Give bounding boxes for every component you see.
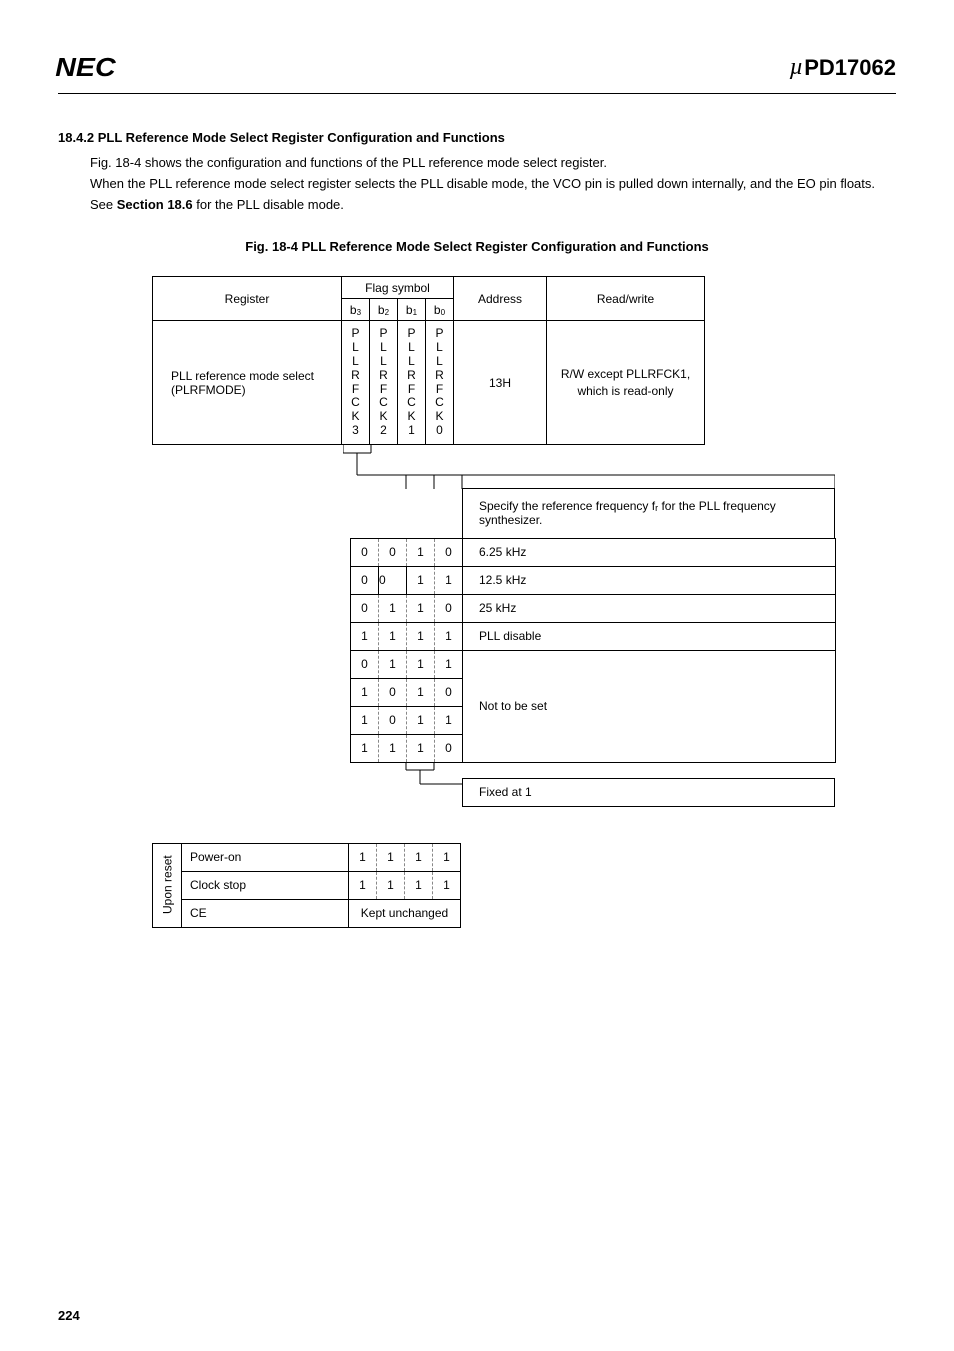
flag-col-2: PLLRFCK2 xyxy=(370,321,398,444)
bit-b3: b3 xyxy=(342,299,370,321)
register-name: PLL reference mode select (PLRFMODE) xyxy=(153,321,342,444)
para3-b: for the PLL disable mode. xyxy=(193,197,344,212)
desc-cell: PLL disable xyxy=(463,622,836,650)
para-2: When the PLL reference mode select regis… xyxy=(58,174,896,195)
bit-cell: 1 xyxy=(435,622,463,650)
reset-bit: 1 xyxy=(377,843,405,871)
address-cell: 13H xyxy=(454,321,547,444)
bit-cell: 1 xyxy=(407,594,435,622)
page-number: 224 xyxy=(58,1308,80,1323)
reset-bit: 1 xyxy=(405,871,433,899)
reset-bit: 1 xyxy=(433,871,461,899)
ce-value: Kept unchanged xyxy=(349,899,461,927)
bit-cell: 1 xyxy=(407,566,435,594)
flag-col-1: PLLRFCK1 xyxy=(398,321,426,444)
bitpattern-table: 0 0 1 0 6.25 kHz 0 0 1 1 12.5 kHz 0 1 1 xyxy=(350,538,836,763)
reset-bit: 1 xyxy=(349,871,377,899)
para3-bold: Section 18.6 xyxy=(117,197,193,212)
register-table: Register Flag symbol Address Read/write … xyxy=(152,276,705,444)
para3-a: See xyxy=(90,197,117,212)
reset-bit: 1 xyxy=(349,843,377,871)
reset-bit: 1 xyxy=(433,843,461,871)
bit-b1: b1 xyxy=(398,299,426,321)
bit-cell: 0 xyxy=(351,538,379,566)
bit-cell: 1 xyxy=(407,650,435,678)
bit-cell: 1 xyxy=(435,566,463,594)
bit-b0: b0 xyxy=(426,299,454,321)
bit-cell: 1 xyxy=(407,622,435,650)
para-1: Fig. 18-4 shows the configuration and fu… xyxy=(58,153,896,174)
reset-bit: 1 xyxy=(377,871,405,899)
upon-reset-label: Upon reset xyxy=(153,843,182,927)
bit-cell: 1 xyxy=(379,594,407,622)
reset-bit: 1 xyxy=(405,843,433,871)
connector-bracket-top xyxy=(343,445,835,489)
spec-header-text: Specify the reference frequency fr for t… xyxy=(463,488,835,538)
bit-cell: 1 xyxy=(407,538,435,566)
nec-logo: NEC xyxy=(55,52,115,83)
connector-bracket-bottom xyxy=(343,762,835,788)
figure-title: Fig. 18-4 PLL Reference Mode Select Regi… xyxy=(58,239,896,254)
ce-label: CE xyxy=(182,899,349,927)
bit-cell: 1 xyxy=(351,734,379,762)
bit-cell: 1 xyxy=(435,706,463,734)
bit-cell: 1 xyxy=(379,734,407,762)
bit-cell: 1 xyxy=(351,622,379,650)
readwrite-header: Read/write xyxy=(547,277,705,321)
address-header: Address xyxy=(454,277,547,321)
readwrite-cell: R/W except PLLRFCK1, which is read-only xyxy=(547,321,705,444)
bit-cell: 0 xyxy=(379,538,407,566)
poweron-label: Power-on xyxy=(182,843,349,871)
bit-cell: 0 xyxy=(351,650,379,678)
bit-cell: 1 xyxy=(407,734,435,762)
bit-cell: 0 xyxy=(435,594,463,622)
bit-cell: 1 xyxy=(379,650,407,678)
bit-cell: 0 xyxy=(379,678,407,706)
desc-cell: 6.25 kHz xyxy=(463,538,836,566)
desc-cell: 12.5 kHz xyxy=(463,566,836,594)
register-header: Register xyxy=(153,277,342,321)
page-header: NEC µPD17062 xyxy=(58,52,896,91)
bit-cell: 0 xyxy=(435,678,463,706)
part-number-box: µPD17062 xyxy=(789,54,896,81)
bit-cell: 1 xyxy=(407,706,435,734)
bit-cell: 1 xyxy=(435,650,463,678)
flag-symbol-header: Flag symbol xyxy=(342,277,454,299)
not-set-cell: Not to be set xyxy=(463,650,836,762)
bit-cell: 0 xyxy=(351,594,379,622)
flag-col-0: PLLRFCK0 xyxy=(426,321,454,444)
bit-cell: 1 xyxy=(351,706,379,734)
spec-header-box: Specify the reference frequency fr for t… xyxy=(462,488,835,539)
flag-col-3: PLLRFCK3 xyxy=(342,321,370,444)
desc-cell: 25 kHz xyxy=(463,594,836,622)
bit-cell: 0 xyxy=(379,566,407,594)
bit-cell: 1 xyxy=(351,678,379,706)
bit-cell: 0 xyxy=(351,566,379,594)
bit-cell: 0 xyxy=(435,734,463,762)
bit-cell: 1 xyxy=(379,622,407,650)
figure-area: Register Flag symbol Address Read/write … xyxy=(58,276,896,927)
clockstop-label: Clock stop xyxy=(182,871,349,899)
bit-cell: 0 xyxy=(379,706,407,734)
section-heading: 18.4.2 PLL Reference Mode Select Registe… xyxy=(58,130,896,145)
bit-cell: 1 xyxy=(407,678,435,706)
para-3: See Section 18.6 for the PLL disable mod… xyxy=(58,195,896,216)
reset-table: Upon reset Power-on 1 1 1 1 Clock stop 1… xyxy=(152,843,461,928)
part-number: PD17062 xyxy=(804,55,896,81)
mu-prefix: µ xyxy=(789,54,803,81)
bit-b2: b2 xyxy=(370,299,398,321)
bit-cell: 0 xyxy=(435,538,463,566)
